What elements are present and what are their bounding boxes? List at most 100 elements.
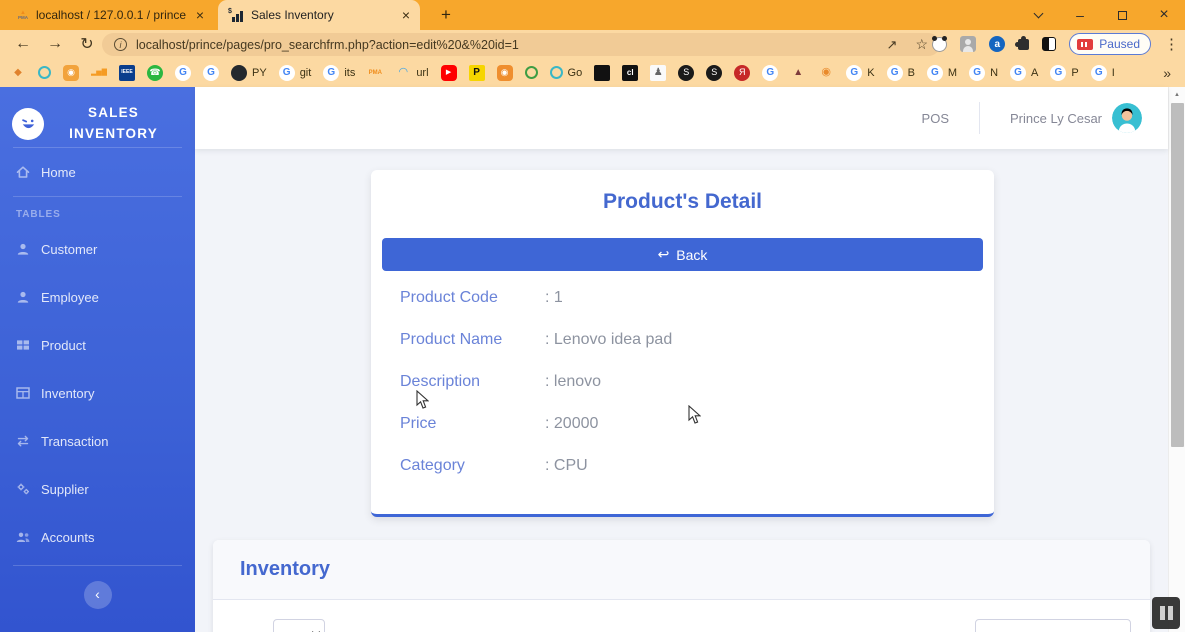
share-icon[interactable]: ↗ [887, 37, 898, 53]
google-icon: G [887, 65, 903, 81]
bookmark-item[interactable]: G [762, 65, 778, 81]
pos-link[interactable]: POS [922, 111, 949, 126]
sidebar-item-transaction[interactable]: Transaction [0, 417, 195, 465]
back-icon[interactable]: ← [10, 32, 36, 56]
bookmark-item[interactable]: Gits [323, 65, 355, 81]
tab-close-icon[interactable]: × [402, 7, 410, 23]
restore-button[interactable] [1101, 0, 1143, 30]
panda-extension-icon[interactable] [932, 37, 947, 52]
bookmark-item[interactable]: GI [1091, 65, 1115, 81]
bookmark-item[interactable]: S [706, 65, 722, 81]
bookmark-item[interactable]: G [175, 65, 191, 81]
brand[interactable]: SALES INVENTORY [0, 87, 195, 147]
sidebar-item-product[interactable]: Product [0, 321, 195, 369]
bookmark-item[interactable] [525, 66, 538, 79]
reload-icon[interactable]: ↻ [74, 32, 100, 56]
bookmark-item[interactable]: ▶ [441, 65, 457, 81]
back-button[interactable]: ↩ Back [382, 238, 983, 271]
bookmark-label: git [300, 67, 312, 79]
bookmark-item[interactable]: Я [734, 65, 750, 81]
sidebar-collapse-button[interactable]: ‹ [84, 581, 112, 609]
bookmark-item[interactable]: ☎ [147, 65, 163, 81]
tab-close-icon[interactable]: × [196, 7, 204, 23]
bookmark-item[interactable]: GP [1050, 65, 1078, 81]
bookmark-item[interactable]: ◆ [10, 65, 26, 81]
bookmark-item[interactable]: ◉ [497, 65, 513, 81]
sidebar-item-customer[interactable]: Customer [0, 225, 195, 273]
home-icon [16, 165, 30, 179]
pause-overlay-button[interactable] [1152, 597, 1180, 629]
page-scrollbar[interactable]: ▲ [1168, 87, 1185, 632]
bookmark-label: its [344, 67, 355, 79]
page-length-select[interactable] [273, 619, 325, 632]
bookmark-item[interactable]: ◉ [818, 65, 834, 81]
google-icon: G [846, 65, 862, 81]
contrast-extension-icon[interactable] [1042, 37, 1056, 51]
bookmark-item[interactable]: cl [622, 65, 638, 81]
bookmark-item[interactable]: ▂▅▇ [91, 65, 107, 81]
avatar[interactable] [1112, 103, 1142, 133]
bookmark-item[interactable]: Go [550, 66, 583, 79]
bookmark-star-icon[interactable]: ☆ [915, 36, 928, 53]
tab-phpmyadmin[interactable]: ▲ PMA localhost / 127.0.0.1 / prince / e… [8, 0, 214, 30]
detail-label: Product Name [400, 331, 545, 349]
site-info-icon[interactable]: i [114, 38, 127, 51]
p-icon: P [469, 65, 485, 81]
bookmark-item[interactable]: S [678, 65, 694, 81]
bookmarks-overflow-chevron[interactable]: » [1159, 65, 1175, 81]
close-button[interactable]: × [1143, 0, 1185, 30]
forward-icon[interactable]: → [42, 32, 68, 56]
sidebar-item-inventory[interactable]: Inventory [0, 369, 195, 417]
github-icon [231, 65, 247, 81]
tab-search-chevron-icon[interactable] [1017, 0, 1059, 30]
bookmark-item[interactable]: Ggit [279, 65, 312, 81]
google-icon: G [927, 65, 943, 81]
browser-menu-icon[interactable]: ⋮ [1164, 35, 1179, 53]
person-extension-icon[interactable] [960, 36, 976, 52]
scrollbar-up-icon[interactable]: ▲ [1169, 87, 1185, 102]
bar-chart-icon: ▂▅▇ [91, 65, 107, 81]
bookmark-item[interactable]: GA [1010, 65, 1038, 81]
camera-icon: ◉ [63, 65, 79, 81]
bookmark-item[interactable]: GB [887, 65, 915, 81]
bookmark-item[interactable]: G [203, 65, 219, 81]
bookmark-item[interactable]: ♟ [650, 65, 666, 81]
bookmark-item[interactable]: PY [231, 65, 267, 81]
bookmarks-list: ◆◉▂▅▇IEEE☎GGPYGgitGitsPMA◠url▶P◉Gocl♟SSЯ… [10, 65, 1159, 81]
url-text[interactable]: localhost/prince/pages/pro_searchfrm.php… [136, 38, 869, 52]
bookmark-item[interactable]: GN [969, 65, 998, 81]
sidebar-item-accounts[interactable]: Accounts [0, 513, 195, 561]
new-tab-button[interactable]: + [434, 3, 458, 27]
bookmark-item[interactable]: ◉ [63, 65, 79, 81]
google-icon: G [1091, 65, 1107, 81]
google-icon: G [203, 65, 219, 81]
bookmark-item[interactable]: IEEE [119, 65, 135, 81]
sidebar-item-home[interactable]: Home [0, 148, 195, 196]
youtube-icon: ▶ [441, 65, 457, 81]
bookmark-item[interactable]: GK [846, 65, 874, 81]
sidebar-item-label: Product [41, 338, 86, 353]
users-icon [16, 530, 30, 544]
inventory-search-input[interactable] [975, 619, 1131, 632]
address-bar[interactable]: i localhost/prince/pages/pro_searchfrm.p… [102, 33, 940, 56]
bookmark-item[interactable]: ▲ [790, 65, 806, 81]
a-extension-icon[interactable]: a [989, 36, 1005, 52]
bookmark-item[interactable]: ◠url [395, 65, 428, 81]
sidebar-item-supplier[interactable]: Supplier [0, 465, 195, 513]
user-name[interactable]: Prince Ly Cesar [1010, 111, 1102, 126]
detail-value: : 20000 [545, 415, 598, 433]
download-paused-pill[interactable]: Paused [1069, 33, 1151, 55]
bookmark-label: P [1071, 67, 1078, 79]
bookmark-item[interactable] [594, 65, 610, 81]
extensions-puzzle-icon[interactable] [1018, 39, 1029, 50]
bookmark-item[interactable]: GM [927, 65, 957, 81]
sidebar-item-employee[interactable]: Employee [0, 273, 195, 321]
minimize-button[interactable]: – [1059, 0, 1101, 30]
google-icon: G [323, 65, 339, 81]
bookmark-item[interactable]: PMA [367, 65, 383, 81]
bookmark-item[interactable] [38, 66, 51, 79]
bookmark-item[interactable]: P [469, 65, 485, 81]
tab-sales-inventory[interactable]: $ Sales Inventory × [218, 0, 420, 30]
scrollbar-thumb[interactable] [1171, 103, 1184, 447]
bookmark-label: K [867, 67, 874, 79]
